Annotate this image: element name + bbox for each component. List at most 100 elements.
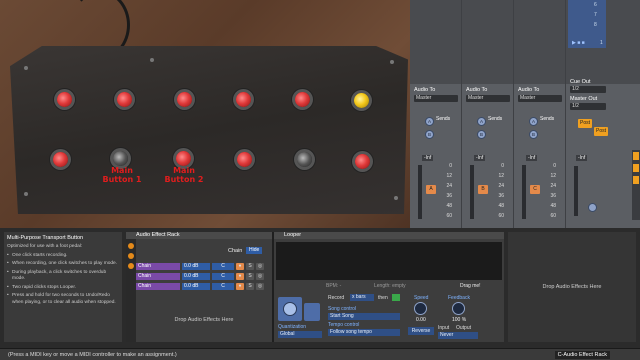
send-b-knob[interactable]: B	[425, 130, 434, 139]
tempo-control-label: Tempo control	[328, 322, 360, 328]
then-action-play-icon[interactable]	[392, 294, 400, 301]
song-control-select[interactable]: Start Song	[328, 313, 400, 320]
send-b-knob[interactable]: B	[529, 130, 538, 139]
feedback-label: Feedback	[448, 295, 470, 301]
play-icon[interactable]: ▶ ■ ■	[572, 40, 585, 46]
edge-toggle[interactable]	[633, 176, 639, 184]
master-volume-readout[interactable]: -Inf	[576, 155, 588, 161]
edge-toggle[interactable]	[633, 152, 639, 160]
master-strip: Cue Out 1/2 Master Out 1/2 Post Post -In…	[568, 48, 630, 228]
selected-track-name[interactable]: C-Audio Effect Rack	[554, 351, 610, 359]
looper-title: Looper	[284, 232, 302, 238]
rack-header[interactable]: Audio Effect Rack	[126, 232, 272, 239]
info-bullet: During playback, a click switches to ove…	[7, 270, 119, 283]
volume-readout[interactable]: -Inf	[526, 155, 538, 161]
chain-pan[interactable]: C	[212, 283, 234, 290]
record-icon	[283, 302, 297, 316]
rack-drop-zone[interactable]: Drop Audio Effects Here	[136, 317, 272, 323]
output-routing-select[interactable]: Master	[414, 95, 458, 102]
send-a-knob[interactable]: A	[425, 117, 434, 126]
cue-volume-knob[interactable]	[588, 203, 597, 212]
chain-pan[interactable]: C	[212, 263, 234, 270]
audio-to-label: Audio To	[414, 87, 436, 93]
scale-tick: 48	[446, 203, 452, 209]
chain-activator[interactable]: ●	[236, 273, 244, 280]
chain-name[interactable]: Chain	[136, 273, 180, 280]
input-output-select[interactable]: Never	[438, 332, 478, 339]
device-toggle[interactable]	[128, 243, 134, 249]
quantization-label: Quantization	[278, 324, 307, 330]
send-a-knob[interactable]: A	[529, 117, 538, 126]
chain-pan[interactable]: C	[212, 273, 234, 280]
sends-label: Sends	[540, 116, 555, 122]
footswitch-button	[177, 92, 192, 107]
feedback-value: 100 %	[452, 317, 467, 323]
footswitch-button	[295, 92, 310, 107]
drag-me-handle[interactable]: Drag me!	[460, 283, 481, 289]
post-toggle[interactable]: Post	[594, 127, 608, 136]
quantization-select[interactable]: Global	[278, 331, 322, 338]
tempo-control-select[interactable]: Follow song tempo	[328, 329, 400, 336]
volume-fader[interactable]	[522, 165, 526, 219]
chain-name[interactable]: Chain	[136, 263, 180, 270]
output-routing-select[interactable]: Master	[518, 95, 562, 102]
looper-header[interactable]: Looper	[274, 232, 504, 239]
chain-activator[interactable]: ●	[236, 263, 244, 270]
speed-knob[interactable]	[414, 302, 427, 315]
track-activator-button[interactable]: C	[530, 185, 540, 194]
device-toggle[interactable]	[128, 263, 134, 269]
volume-readout[interactable]: -Inf	[422, 155, 434, 161]
chain-row[interactable]: Chain 0.0 dB C ● S ◎	[136, 263, 272, 270]
rack-body: Chain Hide Chain 0.0 dB C ● S ◎ Chain 0.…	[136, 239, 272, 342]
track-activator-button[interactable]: A	[426, 185, 436, 194]
input-output-label: Output	[456, 325, 472, 331]
info-bullet: One click starts recording.	[7, 253, 119, 260]
scene-launch-icons[interactable]: ▶ ■ ■	[572, 40, 594, 46]
feedback-knob[interactable]	[452, 302, 465, 315]
chain-hotswap[interactable]: ◎	[256, 273, 264, 280]
chain-solo[interactable]: S	[246, 283, 254, 290]
chain-row[interactable]: Chain 0.0 dB C ● S ◎	[136, 273, 272, 280]
chain-activator[interactable]: ●	[236, 283, 244, 290]
status-bar: (Press a MIDI key or move a MIDI control…	[0, 348, 640, 360]
footswitch-button	[355, 154, 370, 169]
song-control-label: Song control	[328, 306, 357, 312]
send-a-knob[interactable]: A	[477, 117, 486, 126]
volume-fader[interactable]	[418, 165, 422, 219]
post-toggle[interactable]: Post	[578, 119, 592, 128]
device-toggle[interactable]	[128, 253, 134, 259]
volume-fader[interactable]	[470, 165, 474, 219]
scale-tick: 24	[498, 183, 504, 189]
send-b-knob[interactable]: B	[477, 130, 486, 139]
edge-toggle[interactable]	[633, 164, 639, 172]
scale-tick: 60	[550, 213, 556, 219]
hide-chains-button[interactable]: Hide	[246, 247, 263, 254]
record-length-select[interactable]: x bars	[350, 294, 374, 301]
chain-volume[interactable]: 0.0 dB	[182, 283, 210, 290]
chain-solo[interactable]: S	[246, 263, 254, 270]
looper-waveform-display	[276, 242, 502, 280]
scale-tick: 36	[498, 193, 504, 199]
master-fader[interactable]	[574, 166, 578, 216]
chain-row[interactable]: Chain 0.0 dB C ● S ◎	[136, 283, 272, 290]
chain-name[interactable]: Chain	[136, 283, 180, 290]
chain-volume[interactable]: 0.0 dB	[182, 273, 210, 280]
main-button-1	[113, 151, 128, 166]
cue-out-select[interactable]: 1/2	[570, 86, 606, 93]
chain-volume[interactable]: 0.0 dB	[182, 263, 210, 270]
audio-to-label: Audio To	[466, 87, 488, 93]
transport-button[interactable]	[278, 297, 302, 321]
scene-number: 6	[594, 2, 597, 8]
chain-hotswap[interactable]: ◎	[256, 283, 264, 290]
scale-tick: 12	[446, 173, 452, 179]
volume-readout[interactable]: -Inf	[474, 155, 486, 161]
chain-hotswap[interactable]: ◎	[256, 263, 264, 270]
output-routing-select[interactable]: Master	[466, 95, 510, 102]
master-out-select[interactable]: 1/2	[570, 103, 606, 110]
track-activator-button[interactable]: B	[478, 185, 488, 194]
scale-tick: 12	[498, 173, 504, 179]
reverse-button[interactable]: Reverse	[408, 327, 434, 335]
chain-solo[interactable]: S	[246, 273, 254, 280]
stop-button[interactable]	[304, 303, 320, 321]
device-drop-zone[interactable]: Drop Audio Effects Here	[508, 232, 636, 342]
